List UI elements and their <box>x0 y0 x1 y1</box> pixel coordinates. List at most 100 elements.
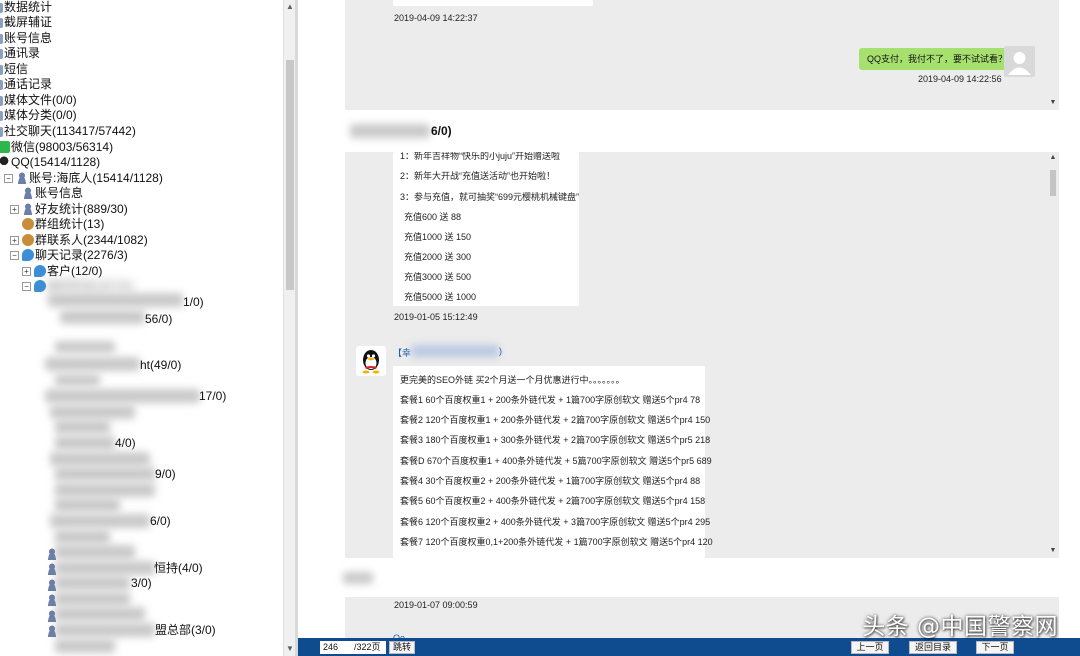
person-icon <box>46 563 58 575</box>
qq-penguin-icon <box>362 350 380 374</box>
message-timestamp: 2019-04-09 14:22:56 <box>918 74 1002 84</box>
friend-item-partial[interactable]: 3/0) <box>131 576 152 591</box>
friend-item-partial[interactable]: 4/0) <box>115 436 136 451</box>
person-icon <box>46 610 58 622</box>
tree-item-account-info[interactable]: 账号信息 <box>22 186 83 201</box>
chat-viewer: 2019-04-09 14:22:37 QQ支付，我付不了，要不试试看？ 201… <box>298 0 1080 656</box>
qq-icon <box>0 156 10 168</box>
chat-icon <box>34 265 46 277</box>
scrollbar-thumb[interactable] <box>286 60 294 290</box>
friend-item-partial[interactable]: 盟总部(3/0) <box>155 623 216 638</box>
tree-item-my-friends[interactable]: − 我的好友(407/6) <box>22 279 133 294</box>
scroll-down-icon[interactable]: ▼ <box>1047 97 1059 109</box>
redacted-label <box>45 389 200 403</box>
collapse-icon[interactable]: − <box>22 282 31 292</box>
scroll-up-icon[interactable]: ▲ <box>1047 152 1059 164</box>
redacted-label <box>55 436 115 450</box>
friend-item-partial[interactable]: 17/0) <box>199 389 226 404</box>
friend-item-partial[interactable]: 6/0) <box>150 514 171 529</box>
tree-item-social[interactable]: 社交聊天(113417/57442) <box>0 124 136 139</box>
person-icon <box>46 625 58 637</box>
page-total: /322页 <box>354 641 386 654</box>
chat-icon <box>22 249 34 261</box>
scrollbar-thumb[interactable] <box>1050 170 1056 196</box>
expand-icon[interactable]: + <box>10 236 19 246</box>
seo-message-bubble: 更完美的SEO外链 买2个月送一个月优惠进行中。。。。。。。 套餐1 60个百度… <box>393 366 713 558</box>
pane-scrollbar[interactable]: ▲ ▼ <box>1047 152 1059 558</box>
redacted-label <box>50 514 150 528</box>
message-pane[interactable]: 1：新年吉祥物“快乐的小juju”开始赠送啦 2：新年大开战“充值送活动”也开始… <box>345 152 1059 558</box>
tree-item-sms[interactable]: 短信 <box>0 62 28 77</box>
call-icon <box>0 80 3 90</box>
person-icon <box>22 187 34 199</box>
redacted-label <box>55 467 155 481</box>
sender-name-tail: ) <box>499 346 502 356</box>
tree-item-customers[interactable]: + 客户(12/0) <box>22 264 102 279</box>
tree-item-calls[interactable]: 通话记录 <box>0 77 52 92</box>
group-icon <box>22 218 34 230</box>
redacted-label <box>50 452 150 466</box>
page-number-input[interactable]: 246 <box>320 641 354 654</box>
back-to-index-button[interactable]: 返回目录 <box>909 641 957 654</box>
redacted-contact-name <box>343 572 373 584</box>
person-icon <box>46 579 58 591</box>
message-bubble <box>393 0 593 6</box>
scroll-down-icon[interactable]: ▼ <box>1047 545 1059 557</box>
redacted-label <box>55 592 130 606</box>
promo-message-bubble: 1：新年吉祥物“快乐的小juju”开始赠送啦 2：新年大开战“充值送活动”也开始… <box>393 152 579 306</box>
redacted-contact-name <box>350 124 430 138</box>
friend-item-partial[interactable]: 9/0) <box>155 467 176 482</box>
sms-icon <box>0 65 3 75</box>
redacted-label <box>55 545 135 559</box>
watermark: 头条 @中国警察网 <box>862 614 1058 640</box>
tree-item-media[interactable]: 媒体文件(0/0) <box>0 93 77 108</box>
message-pane[interactable]: 2019-04-09 14:22:37 QQ支付，我付不了，要不试试看？ 201… <box>345 0 1059 110</box>
next-page-button[interactable]: 下一页 <box>976 641 1014 654</box>
expand-icon[interactable]: + <box>22 267 31 277</box>
navigation-tree: 数据统计 截屏辅证 账号信息 通讯录 短信 通话记录 媒体文件(0/0) 媒体分… <box>0 0 283 656</box>
tree-item-friend-stats[interactable]: + 好友统计(889/30) <box>10 202 128 217</box>
message-timestamp: 2019-01-07 09:00:59 <box>394 600 478 610</box>
jump-button[interactable]: 跳转 <box>389 641 415 654</box>
tree-item-group-contacts[interactable]: + 群联系人(2344/1082) <box>10 233 148 248</box>
account-icon <box>0 34 3 44</box>
person-icon <box>16 172 28 184</box>
tree-item-chat-records[interactable]: − 聊天记录(2276/3) <box>10 248 128 263</box>
redacted-label <box>50 405 135 419</box>
default-avatar-icon <box>1008 52 1031 75</box>
friend-item-partial[interactable]: ht(49/0) <box>140 358 181 373</box>
group-icon <box>22 234 34 246</box>
tree-scrollbar[interactable]: ▲ ▼ <box>283 0 295 656</box>
redacted-label <box>60 310 145 324</box>
friend-item-partial[interactable]: 56/0) <box>145 312 172 327</box>
collapse-icon[interactable]: − <box>10 251 19 261</box>
redacted-label <box>55 607 145 621</box>
chat-icon <box>34 280 46 292</box>
tree-item-group-stats[interactable]: 群组统计(13) <box>22 217 104 232</box>
pane-scrollbar[interactable]: ▼ <box>1047 0 1059 110</box>
contacts-icon <box>0 49 3 59</box>
expand-icon[interactable]: + <box>10 205 19 215</box>
redacted-label <box>55 341 115 353</box>
person-icon <box>46 594 58 606</box>
tree-item-account[interactable]: 账号信息 <box>0 31 52 46</box>
message-timestamp: 2019-04-09 14:22:37 <box>394 13 478 23</box>
friend-item-partial[interactable]: 恒持(4/0) <box>154 561 203 576</box>
friend-item-partial[interactable]: 1/0) <box>183 295 204 310</box>
redacted-label <box>55 498 120 512</box>
prev-page-button[interactable]: 上一页 <box>851 641 889 654</box>
tree-item-wechat[interactable]: 微信(98003/56314) <box>0 140 113 155</box>
redacted-label <box>55 623 155 637</box>
screenshot-icon <box>0 18 3 28</box>
redacted-label <box>55 483 155 497</box>
tree-item-contacts[interactable]: 通讯录 <box>0 46 40 61</box>
social-icon <box>0 127 3 137</box>
collapse-icon[interactable]: − <box>4 174 13 184</box>
tree-item-qq[interactable]: QQ(15414/1128) <box>0 155 100 170</box>
tree-item-screenshot[interactable]: 截屏辅证 <box>0 15 52 30</box>
redacted-label <box>55 561 155 575</box>
avatar <box>1004 46 1035 77</box>
tree-item-stats[interactable]: 数据统计 <box>0 0 52 15</box>
tree-item-qq-account[interactable]: − 账号:海底人(15414/1128) <box>4 171 163 186</box>
tree-item-media-category[interactable]: 媒体分类(0/0) <box>0 108 77 123</box>
